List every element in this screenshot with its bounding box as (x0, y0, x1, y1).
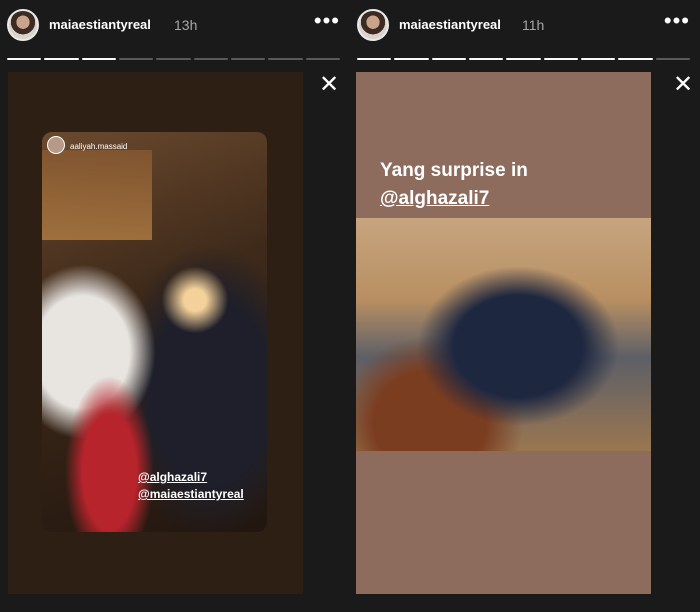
progress-segment (580, 58, 616, 60)
progress-segment (118, 58, 154, 60)
progress-segment (156, 58, 191, 60)
mention-tag[interactable]: @alghazali7 (138, 470, 207, 484)
progress-segment (193, 58, 228, 60)
progress-segment (268, 58, 303, 60)
timestamp: 11h (522, 17, 545, 33)
avatar[interactable] (7, 9, 39, 41)
progress-segment (468, 58, 504, 60)
avatar[interactable] (357, 9, 389, 41)
progress-segment (431, 58, 466, 60)
progress-segment (618, 58, 653, 60)
progress-segment (506, 58, 541, 60)
story-viewer-left: maiaestiantyreal 13h ••• aaliyah.massaid… (0, 0, 350, 612)
more-options-icon[interactable]: ••• (664, 10, 690, 32)
progress-segment (7, 58, 42, 60)
progress-segment (230, 58, 266, 60)
timestamp: 13h (174, 17, 198, 33)
story-progress-bar (7, 58, 340, 60)
username[interactable]: maiaestiantyreal (399, 17, 501, 32)
progress-segment (394, 58, 429, 60)
story-viewer-right: maiaestiantyreal 11h ••• Yang surprise i… (350, 0, 700, 612)
close-icon[interactable]: ✕ (318, 73, 340, 97)
story-media[interactable]: Yang surprise in @alghazali7 (356, 72, 651, 594)
tagged-username[interactable]: aaliyah.massaid (70, 142, 127, 151)
story-photo: aaliyah.massaid @alghazali7 @maiaestiant… (42, 132, 267, 532)
background-shelf (42, 150, 152, 240)
close-icon[interactable]: ✕ (672, 73, 694, 97)
story-caption: Yang surprise in (380, 160, 528, 181)
story-header: maiaestiantyreal 13h ••• (7, 9, 340, 41)
progress-segment (305, 58, 340, 60)
progress-segment (81, 58, 116, 60)
tagged-user-avatar (47, 136, 65, 154)
progress-segment (543, 58, 578, 60)
username[interactable]: maiaestiantyreal (49, 17, 151, 32)
caption-mention[interactable]: @alghazali7 (380, 188, 489, 210)
progress-segment (655, 58, 690, 60)
more-options-icon[interactable]: ••• (314, 10, 340, 32)
story-header: maiaestiantyreal 11h ••• (357, 9, 690, 41)
story-progress-bar (357, 58, 690, 60)
progress-segment (357, 58, 392, 60)
progress-segment (44, 58, 79, 60)
mention-tag[interactable]: @maiaestiantyreal (138, 487, 244, 501)
story-photo (356, 218, 651, 451)
story-media[interactable]: aaliyah.massaid @alghazali7 @maiaestiant… (8, 72, 303, 594)
